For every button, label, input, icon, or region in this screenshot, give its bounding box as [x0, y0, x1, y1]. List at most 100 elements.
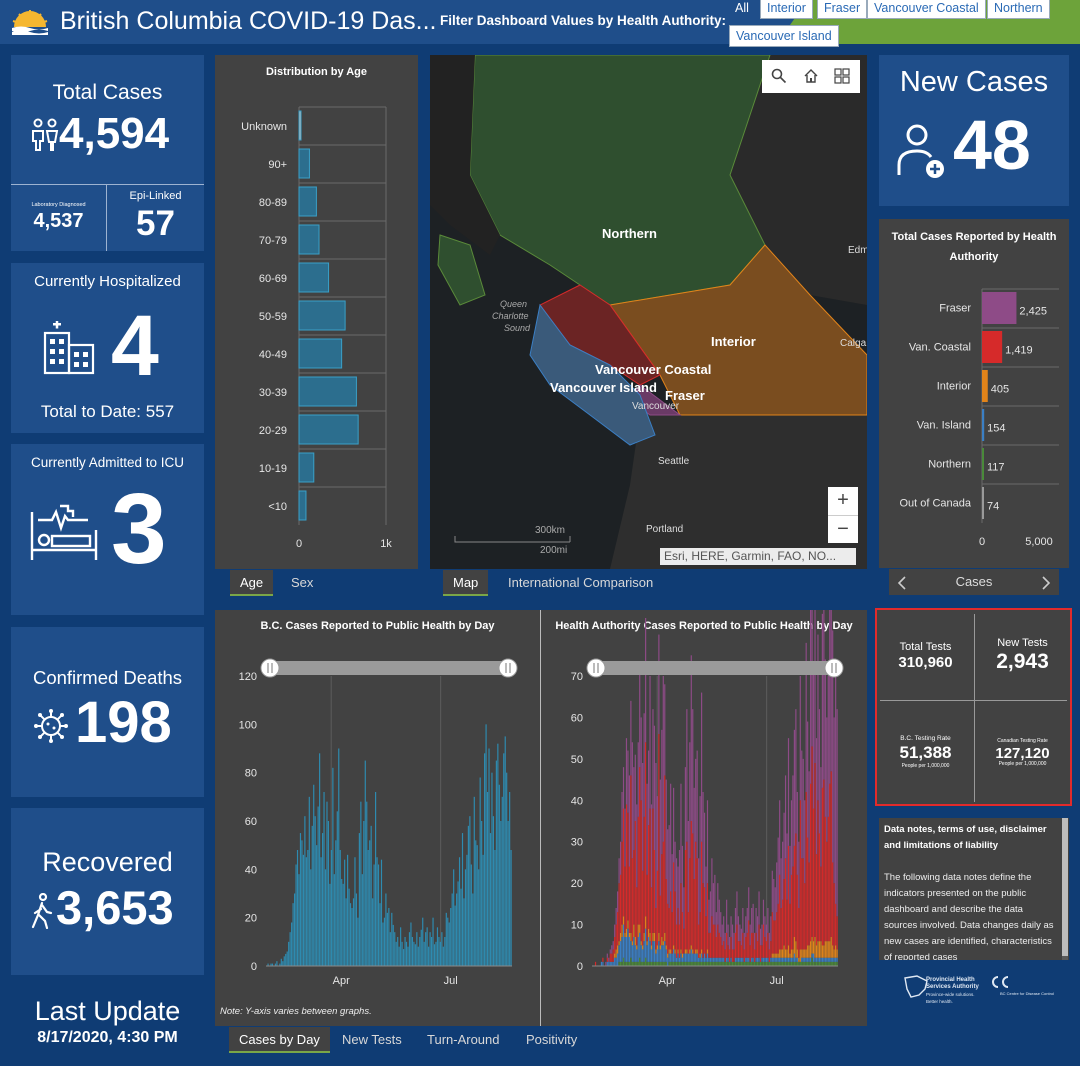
zoom-out-button[interactable]: −	[828, 515, 858, 543]
zoom-in-button[interactable]: +	[828, 487, 858, 515]
ha-daily-bar	[646, 783, 648, 875]
ha-daily-bar	[814, 763, 816, 937]
filter-northern-button[interactable]: Northern	[987, 0, 1050, 19]
tab-international-comparison[interactable]: International Comparison	[498, 570, 663, 596]
ha-daily-bar	[684, 949, 686, 954]
tab-map[interactable]: Map	[443, 570, 489, 596]
ha-daily-bar	[776, 912, 778, 954]
home-icon[interactable]	[803, 68, 819, 84]
ha-daily-bar	[796, 961, 798, 966]
ha-daily-bar	[606, 957, 608, 962]
bc-health-authority-map[interactable]: Northern Interior Vancouver Coastal Vanc…	[430, 55, 867, 569]
ha-daily-bar	[784, 775, 787, 859]
ha-daily-bar	[795, 709, 797, 834]
ha-daily-bar	[804, 957, 806, 962]
ha-daily-bar	[712, 957, 714, 962]
ha-x-tick: 5,000	[1025, 536, 1053, 548]
data-notes-panel[interactable]: Data notes, terms of use, disclaimer and…	[879, 818, 1069, 960]
notes-scrollbar-thumb[interactable]	[1062, 818, 1068, 956]
map-attribution: Esri, HERE, Garmin, FAO, NO...	[660, 548, 856, 565]
tab-cases-by-day[interactable]: Cases by Day	[229, 1027, 330, 1053]
ha-daily-bar	[656, 796, 658, 871]
ha-daily-bar	[755, 908, 757, 933]
ha-daily-bar	[790, 961, 793, 966]
bc-daily-bar	[473, 796, 475, 966]
total-tests-label: Total Tests	[899, 641, 952, 653]
ha-daily-bar	[804, 961, 806, 966]
map-panel[interactable]: Northern Interior Vancouver Coastal Vanc…	[430, 55, 867, 569]
ha-daily-bar	[692, 953, 694, 962]
ha-daily-bar	[633, 767, 635, 850]
age-bar	[298, 110, 302, 141]
bc-daily-bar	[442, 946, 444, 966]
ha-daily-bar	[671, 854, 673, 913]
ha-daily-bar	[790, 957, 793, 962]
ha-daily-bar	[653, 725, 656, 850]
ha-daily-bar	[784, 949, 787, 958]
tab-new-tests[interactable]: New Tests	[332, 1027, 412, 1053]
ha-daily-bar	[830, 957, 832, 962]
chevron-right-icon[interactable]	[1041, 576, 1051, 590]
filter-vancouver-island-button[interactable]: Vancouver Island	[729, 25, 839, 47]
filter-vancouver-coastal-button[interactable]: Vancouver Coastal	[867, 0, 986, 19]
ha-daily-bar	[820, 767, 822, 867]
ha-bar	[982, 331, 1003, 363]
bc-daily-bar	[304, 816, 306, 966]
bc-testing-rate-value: 51,388	[899, 743, 952, 762]
ha-daily-bar	[647, 928, 650, 937]
bc-daily-bar	[361, 874, 363, 966]
bc-daily-bar	[500, 821, 502, 966]
ha-category-label: Van. Island	[917, 420, 971, 432]
people-icon	[32, 118, 59, 151]
ha-daily-bar	[736, 961, 738, 966]
search-icon[interactable]	[771, 68, 787, 84]
ha-daily-bar	[818, 961, 821, 966]
icu-label: Currently Admitted to ICU	[30, 455, 185, 470]
bc-daily-bar	[358, 833, 360, 966]
filter-fraser-button[interactable]: Fraser	[817, 0, 868, 19]
ha-daily-bar	[705, 957, 707, 962]
bc-daily-bar	[401, 941, 403, 966]
ha-daily-bar	[690, 961, 692, 966]
ha-daily-bar	[764, 961, 766, 966]
ha-daily-bar	[690, 945, 692, 950]
tab-sex[interactable]: Sex	[281, 570, 323, 596]
ha-daily-bar	[646, 874, 648, 942]
age-bar	[298, 186, 317, 217]
ha-daily-bar	[656, 961, 658, 966]
region-label-interior: Interior	[711, 334, 756, 349]
ha-daily-bar	[689, 949, 691, 954]
ha-daily-bar	[723, 916, 725, 942]
age-category-label: <10	[268, 501, 287, 513]
ha-daily-bar	[634, 961, 636, 966]
bc-daily-bar	[428, 946, 430, 966]
ha-daily-bar	[628, 937, 630, 962]
bc-daily-bar	[370, 825, 372, 966]
notes-scrollbar[interactable]	[1062, 818, 1068, 960]
age-x-tick: 1k	[380, 538, 392, 550]
bc-daily-bar	[376, 857, 378, 966]
last-update-label: Last Update	[34, 996, 181, 1026]
chevron-left-icon[interactable]	[897, 576, 907, 590]
ha-daily-bar	[759, 961, 762, 966]
ha-daily-bar	[662, 676, 664, 842]
ha-daily-bar	[687, 953, 689, 962]
tab-age[interactable]: Age	[230, 570, 274, 596]
ha-daily-bar	[733, 961, 735, 966]
ha-daily-bar	[706, 800, 709, 884]
ha-daily-bar	[718, 957, 720, 962]
basemap-gallery-icon[interactable]	[834, 68, 850, 84]
bc-daily-bar	[417, 946, 419, 966]
ha-daily-bar	[786, 949, 788, 958]
ha-daily-bar	[639, 667, 641, 768]
tab-positivity[interactable]: Positivity	[516, 1027, 587, 1053]
ha-daily-bar	[805, 792, 807, 950]
bc-daily-bar	[414, 944, 416, 966]
filter-interior-button[interactable]: Interior	[760, 0, 813, 19]
bc-daily-bar	[439, 941, 441, 966]
filter-all-button[interactable]: All	[728, 0, 756, 19]
tab-turn-around[interactable]: Turn-Around	[417, 1027, 510, 1053]
ha-daily-bar	[802, 758, 804, 859]
ha-daily-bar	[695, 841, 697, 950]
ha-daily-bar	[743, 932, 745, 950]
